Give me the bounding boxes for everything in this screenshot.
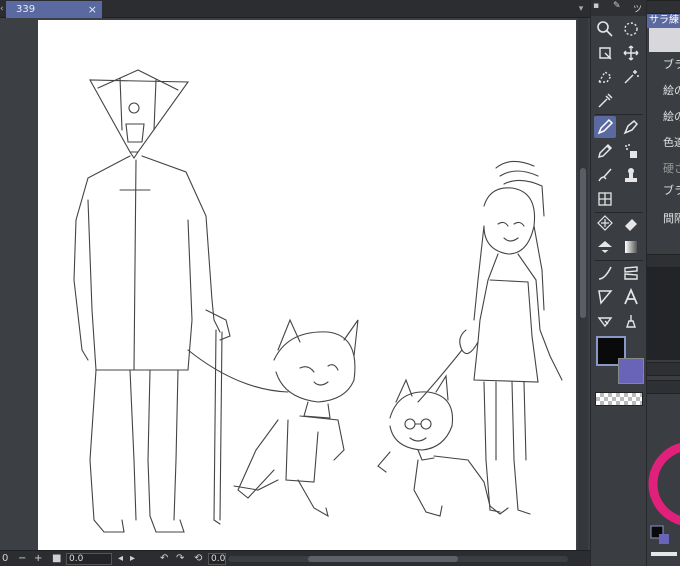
airbrush-icon[interactable] (620, 140, 642, 162)
zoom-value: 0 (2, 553, 9, 564)
tools-tab-label: ツ (633, 5, 643, 15)
pen-tab-icon[interactable]: ✎ (613, 1, 621, 11)
stamp-icon[interactable] (620, 164, 642, 186)
canvas-viewport[interactable] (0, 18, 590, 550)
property-label: 色適 (663, 136, 680, 149)
angle-field[interactable]: 0.0 (208, 553, 226, 565)
tool-palette: ✎ ツ ▪ (590, 0, 647, 566)
balloon-icon[interactable] (620, 310, 642, 332)
panel-titlebar (647, 380, 680, 394)
clip-studio-window: ‹ 339 × ▾ 0 − + ■ 0.0 ◂ ▸ ↶ ↷ ⟲ 0.0 ✎ ツ … (0, 0, 680, 566)
panel-titlebar (647, 254, 680, 268)
document-tab-bar: ‹ 339 × ▾ (0, 0, 590, 18)
horizontal-scrollbar-thumb[interactable] (308, 556, 458, 562)
scroll-right-icon[interactable]: ▸ (130, 552, 135, 566)
brush-icon[interactable] (594, 164, 616, 186)
transparent-color-swatch[interactable] (595, 392, 643, 406)
property-label: ブラ (663, 184, 680, 197)
property-label: 硬さ (663, 162, 680, 175)
rotate-left-icon[interactable]: ↶ (160, 552, 168, 566)
menu-icon[interactable]: ▪ (593, 1, 599, 11)
color-wheel[interactable] (647, 400, 680, 566)
magic-wand-icon[interactable] (620, 66, 642, 88)
move-icon[interactable] (620, 42, 642, 64)
zoom-field[interactable]: 0.0 (66, 553, 112, 565)
fill-icon[interactable] (594, 236, 616, 258)
tab-menu-icon[interactable]: ▾ (574, 2, 588, 16)
reset-rotation-icon[interactable]: ⟲ (194, 552, 202, 566)
curve-icon[interactable] (594, 262, 616, 284)
decoration-icon[interactable] (594, 188, 616, 210)
brush-preview (649, 28, 680, 52)
eyedropper-icon[interactable] (594, 90, 616, 112)
object-select-icon[interactable] (594, 42, 616, 64)
zoom-out-button[interactable]: − (18, 552, 26, 566)
blend-icon[interactable] (594, 212, 616, 234)
fit-icon[interactable]: ■ (52, 552, 61, 566)
rotate-icon[interactable] (620, 18, 642, 40)
sketch-drawing (73, 69, 563, 533)
panel-titlebar (647, 362, 680, 376)
eraser-icon[interactable] (620, 212, 642, 234)
drawing-canvas[interactable] (38, 20, 576, 550)
sub-tool-name: サラ練 (647, 14, 680, 28)
pen-icon[interactable] (594, 116, 616, 138)
tool-separator (595, 114, 643, 115)
horizontal-scrollbar[interactable] (228, 556, 568, 562)
navigator-status-bar: 0 − + ■ 0.0 ◂ ▸ ↶ ↷ ⟲ 0.0 (0, 550, 590, 566)
property-label: 間隔 (663, 212, 680, 225)
figure-icon[interactable] (594, 286, 616, 308)
panel-titlebar (647, 0, 680, 14)
tool-property-panel: サラ練 ブラ 絵の 絵の 色適 硬さ ブラ 間隔 (646, 0, 680, 566)
sub-tool-list[interactable] (647, 268, 680, 360)
color-wheel-panel[interactable] (647, 400, 680, 566)
document-tab-title: 339 (16, 4, 36, 15)
pen-alt-icon[interactable] (620, 116, 642, 138)
frame-border-icon[interactable] (620, 262, 642, 284)
property-label: ブラ (663, 58, 680, 71)
correct-line-icon[interactable] (594, 310, 616, 332)
property-label: 絵の (663, 110, 680, 123)
gradient-icon[interactable] (620, 236, 642, 258)
vertical-scrollbar[interactable] (578, 18, 588, 550)
magnifier-icon[interactable] (594, 18, 616, 40)
close-icon[interactable]: × (88, 1, 97, 18)
pencil-icon[interactable] (594, 140, 616, 162)
tool-palette-header: ✎ ツ ▪ (591, 0, 647, 16)
tool-separator (595, 260, 643, 261)
text-icon[interactable] (620, 286, 642, 308)
sub-color-swatch[interactable] (618, 358, 644, 384)
zoom-in-button[interactable]: + (34, 552, 42, 566)
document-tab[interactable]: 339 × (6, 1, 102, 18)
vertical-scrollbar-thumb[interactable] (580, 168, 586, 318)
property-label: 絵の (663, 84, 680, 97)
scroll-left-icon[interactable]: ◂ (118, 552, 123, 566)
lasso-select-icon[interactable] (594, 66, 616, 88)
rotate-right-icon[interactable]: ↷ (176, 552, 184, 566)
